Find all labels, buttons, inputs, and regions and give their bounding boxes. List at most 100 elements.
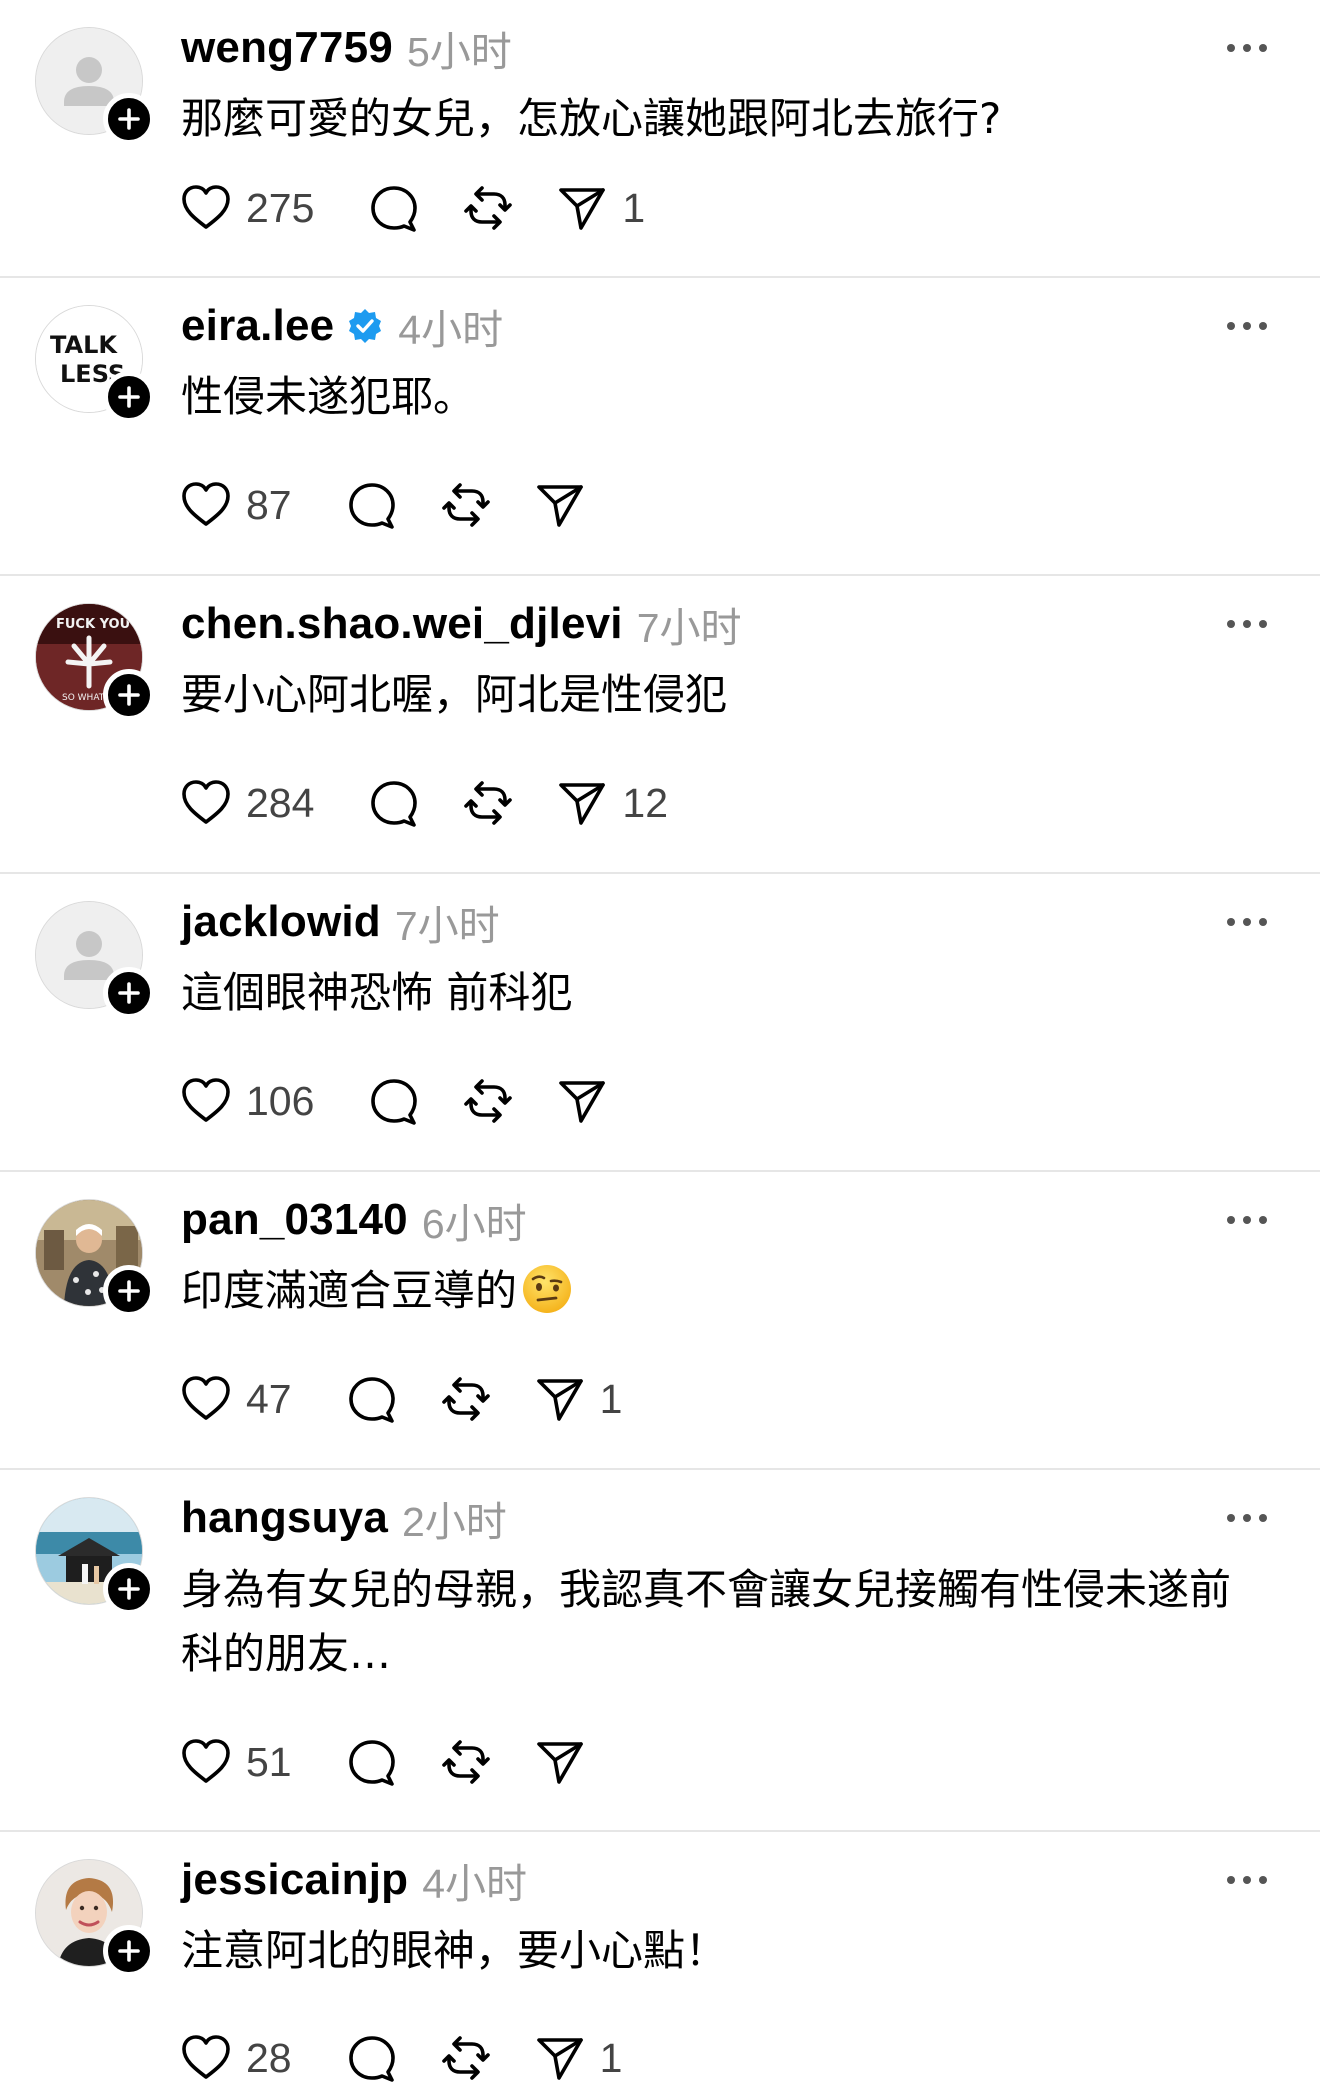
- follow-button[interactable]: [103, 1563, 155, 1615]
- more-options-icon[interactable]: [1224, 30, 1270, 66]
- avatar[interactable]: [35, 27, 155, 145]
- avatar[interactable]: [35, 1199, 155, 1317]
- follow-button[interactable]: [103, 93, 155, 145]
- action-bar: 51: [178, 1732, 600, 1792]
- reply-button[interactable]: [366, 773, 422, 833]
- comment-item: hangsuya 2小时 身為有女兒的母親，我認真不會讓女兒接觸有性侵未遂前科的…: [0, 1470, 1320, 1832]
- share-button[interactable]: 1: [532, 1369, 623, 1429]
- more-options-icon[interactable]: [1224, 308, 1270, 344]
- share-button[interactable]: [532, 475, 600, 535]
- repost-icon: [464, 186, 513, 230]
- like-button[interactable]: 275: [178, 178, 314, 238]
- timestamp: 4小时: [398, 307, 504, 353]
- more-options-icon[interactable]: [1224, 1202, 1270, 1238]
- share-button[interactable]: [554, 1071, 622, 1131]
- username[interactable]: jessicainjp: [181, 1855, 408, 1905]
- comment-text: 那麼可愛的女兒，怎放心讓她跟阿北去旅行?: [181, 94, 1002, 143]
- repost-button[interactable]: [438, 1369, 494, 1429]
- repost-button[interactable]: [438, 1732, 494, 1792]
- timestamp: 2小时: [402, 1499, 507, 1545]
- more-options-icon[interactable]: [1224, 1862, 1270, 1898]
- like-button[interactable]: 87: [178, 475, 292, 535]
- more-options-icon[interactable]: [1224, 904, 1270, 940]
- reply-button[interactable]: [344, 1369, 400, 1429]
- reply-button[interactable]: [344, 475, 400, 535]
- send-icon: [536, 485, 583, 527]
- like-count: 275: [246, 184, 315, 231]
- share-count: 12: [622, 779, 669, 826]
- more-options-icon[interactable]: [1224, 1500, 1270, 1536]
- avatar[interactable]: [35, 1859, 155, 1977]
- like-count: 87: [246, 481, 292, 528]
- reply-button[interactable]: [366, 178, 422, 238]
- repost-icon: [441, 483, 490, 527]
- reply-button[interactable]: [344, 1732, 400, 1792]
- repost-button[interactable]: [438, 2028, 494, 2088]
- follow-button[interactable]: [103, 371, 155, 423]
- repost-button[interactable]: [460, 773, 516, 833]
- heart-icon: [182, 1078, 230, 1122]
- share-button[interactable]: 12: [554, 773, 668, 833]
- action-bar: 275 1: [178, 178, 645, 238]
- reply-button[interactable]: [344, 2028, 400, 2088]
- heart-icon: [182, 185, 230, 229]
- avatar[interactable]: [35, 1497, 155, 1615]
- comment-header: chen.shao.wei_djlevi 7小时: [181, 596, 742, 652]
- plus-icon: [118, 386, 140, 408]
- avatar[interactable]: [35, 901, 155, 1019]
- follow-button[interactable]: [103, 669, 155, 721]
- share-count: 1: [599, 1375, 623, 1422]
- reply-button[interactable]: [366, 1071, 422, 1131]
- username[interactable]: eira.lee: [181, 301, 334, 351]
- comment-bubble-icon: [348, 1740, 395, 1786]
- more-options-icon[interactable]: [1224, 606, 1270, 642]
- comment-item: pan_03140 6小时 印度滿適合豆導的 47 1: [0, 1172, 1320, 1470]
- comment-bubble-icon: [348, 483, 395, 529]
- verified-badge-icon: [349, 309, 382, 343]
- timestamp: 6小时: [421, 1201, 527, 1247]
- plus-icon: [118, 1578, 140, 1600]
- username[interactable]: pan_03140: [181, 1195, 408, 1245]
- action-bar: 284 12: [178, 773, 668, 833]
- comment-text: 身為有女兒的母親，我認真不會讓女兒接觸有性侵未遂前科的朋友…: [181, 1565, 1232, 1678]
- follow-button[interactable]: [103, 1925, 155, 1977]
- plus-icon: [118, 982, 140, 1004]
- repost-button[interactable]: [460, 178, 516, 238]
- like-button[interactable]: 28: [178, 2028, 292, 2088]
- comment-bubble-icon: [371, 781, 418, 827]
- repost-button[interactable]: [460, 1071, 516, 1131]
- comment-item: TALK LESS eira.lee 4小时 性侵未遂犯耶。 87: [0, 278, 1320, 576]
- send-icon: [559, 188, 606, 230]
- send-icon: [559, 1081, 606, 1123]
- username[interactable]: hangsuya: [181, 1493, 388, 1543]
- share-button[interactable]: 1: [532, 2028, 622, 2088]
- comment-text: 要小心阿北喔，阿北是性侵犯: [181, 670, 728, 719]
- share-count: 1: [622, 184, 646, 231]
- like-button[interactable]: 51: [178, 1732, 292, 1792]
- comment-header: hangsuya 2小时: [181, 1490, 507, 1546]
- avatar-text-line-1: FUCK YOU: [56, 617, 130, 632]
- follow-button[interactable]: [103, 1265, 155, 1317]
- like-button[interactable]: 284: [178, 773, 314, 833]
- heart-icon: [182, 2035, 230, 2079]
- heart-icon: [182, 1739, 230, 1783]
- comment-bubble-icon: [371, 186, 418, 232]
- action-bar: 28 1: [178, 2028, 622, 2088]
- like-count: 51: [246, 1738, 292, 1785]
- like-button[interactable]: 47: [178, 1369, 292, 1429]
- username[interactable]: jacklowid: [181, 897, 381, 947]
- username[interactable]: weng7759: [181, 23, 393, 73]
- repost-icon: [441, 1740, 490, 1784]
- follow-button[interactable]: [103, 967, 155, 1019]
- username[interactable]: chen.shao.wei_djlevi: [181, 599, 623, 649]
- share-button[interactable]: 1: [554, 178, 645, 238]
- repost-icon: [441, 1377, 490, 1421]
- action-bar: 87: [178, 475, 600, 535]
- share-button[interactable]: [532, 1732, 600, 1792]
- like-count: 106: [246, 1077, 315, 1124]
- repost-button[interactable]: [438, 475, 494, 535]
- like-button[interactable]: 106: [178, 1071, 314, 1131]
- avatar[interactable]: TALK LESS: [35, 305, 155, 423]
- comment-item: weng7759 5小时 那麼可愛的女兒，怎放心讓她跟阿北去旅行? 275 1: [0, 0, 1320, 278]
- avatar[interactable]: FUCK YOU SO WHAT: [35, 603, 155, 721]
